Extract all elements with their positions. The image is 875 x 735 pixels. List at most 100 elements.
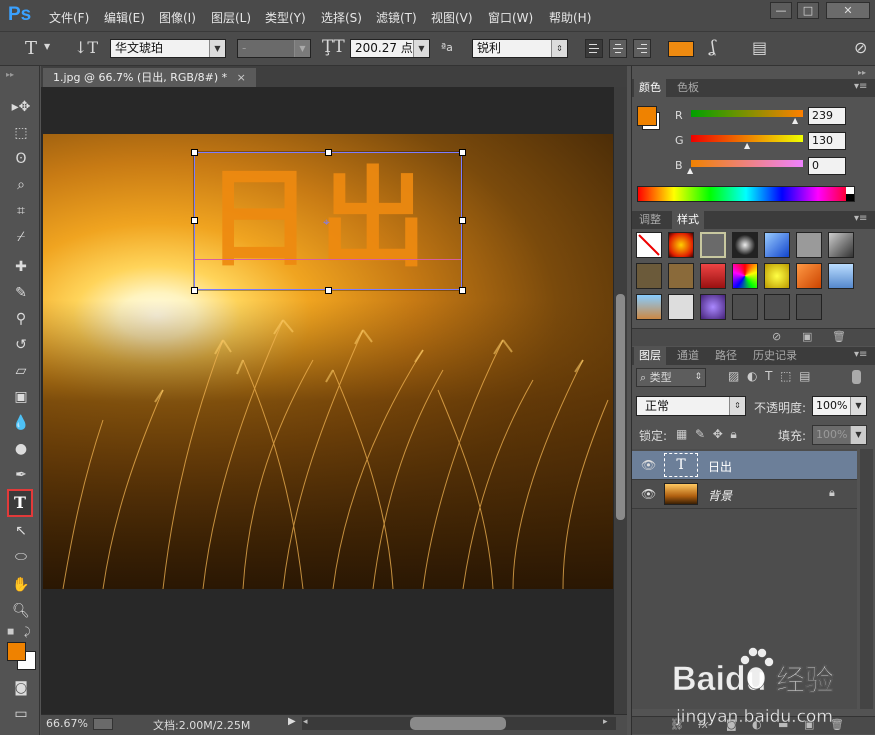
marquee-tool-icon[interactable]: ⬚ — [8, 121, 34, 145]
healing-brush-tool-icon[interactable]: ✚ — [8, 255, 34, 279]
collapse-tools-icon[interactable]: ▸▸ — [6, 70, 14, 79]
type-tool-icon[interactable]: T — [7, 489, 33, 517]
style-swatch[interactable] — [732, 294, 758, 320]
tab-paths[interactable]: 路径 — [710, 347, 742, 365]
status-menu-arrow-icon[interactable]: ▶ — [288, 716, 296, 727]
zoom-level[interactable]: 66.67% — [46, 717, 88, 730]
ellipse-tool-icon[interactable]: ⬭ — [8, 545, 34, 569]
color-fg-swatch[interactable] — [637, 106, 657, 126]
horizontal-scroll-thumb[interactable] — [410, 717, 506, 730]
warp-text-icon[interactable]: ʆ — [710, 37, 716, 57]
trash-icon[interactable]: 🗑︎ — [832, 330, 846, 343]
style-swatch[interactable] — [700, 263, 726, 289]
align-center-button[interactable] — [609, 39, 627, 58]
text-color-swatch[interactable] — [668, 41, 694, 57]
menu-type[interactable]: 类型(Y) — [265, 9, 306, 26]
layer-name[interactable]: 日出 — [708, 458, 732, 475]
menu-file[interactable]: 文件(F) — [49, 9, 89, 26]
style-swatch[interactable] — [732, 232, 758, 258]
b-slider-thumb[interactable]: ▲ — [687, 166, 693, 175]
foreground-color-swatch[interactable] — [7, 642, 26, 661]
maximize-button[interactable]: □ — [797, 2, 819, 19]
transform-handle[interactable] — [325, 287, 332, 294]
menu-help[interactable]: 帮助(H) — [549, 9, 591, 26]
hand-tool-icon[interactable]: ✋ — [8, 573, 34, 597]
style-swatch[interactable] — [796, 232, 822, 258]
style-swatch[interactable] — [636, 294, 662, 320]
chevron-down-icon[interactable]: ▼ — [44, 42, 50, 51]
menu-layer[interactable]: 图层(L) — [211, 9, 251, 26]
g-slider-thumb[interactable]: ▲ — [744, 141, 750, 150]
tab-color[interactable]: 颜色 — [634, 79, 666, 97]
blur-tool-icon[interactable]: 💧 — [8, 411, 34, 435]
b-slider[interactable] — [691, 160, 803, 167]
style-swatch[interactable] — [732, 263, 758, 289]
lock-paint-icon[interactable]: ✎ — [695, 427, 705, 441]
white-swatch[interactable] — [846, 187, 854, 194]
b-value-input[interactable]: 0 — [808, 157, 846, 175]
brush-tool-icon[interactable]: ✎ — [8, 281, 34, 305]
black-swatch[interactable] — [846, 194, 854, 201]
r-slider-thumb[interactable]: ▲ — [792, 116, 798, 125]
filter-toggle-switch[interactable] — [852, 370, 861, 384]
close-tab-icon[interactable]: × — [237, 71, 246, 84]
text-bounding-box[interactable]: ⌖ — [193, 151, 463, 291]
close-button[interactable]: ✕ — [826, 2, 870, 19]
transform-handle[interactable] — [459, 149, 466, 156]
opacity-input[interactable]: 100% ▼ — [812, 396, 867, 416]
eraser-tool-icon[interactable]: ▱ — [8, 359, 34, 383]
default-colors-icon[interactable]: ◼ — [7, 627, 14, 637]
menu-filter[interactable]: 滤镜(T) — [376, 9, 417, 26]
minimize-button[interactable]: — — [770, 2, 792, 19]
tab-adjustments[interactable]: 调整 — [634, 211, 666, 229]
font-style-select[interactable]: - ▼ — [237, 39, 311, 58]
text-tool-preset-icon[interactable]: T — [25, 38, 37, 59]
lock-all-icon[interactable]: 🔒︎ — [730, 427, 736, 441]
style-swatch[interactable] — [764, 232, 790, 258]
scroll-left-icon[interactable]: ◂ — [303, 717, 308, 727]
swap-colors-icon[interactable]: ⤸ — [24, 625, 31, 639]
panel-menu-icon[interactable]: ▾≡ — [854, 81, 867, 92]
panel-menu-icon[interactable]: ▾≡ — [854, 213, 867, 224]
cancel-icon[interactable]: ⊘ — [854, 38, 867, 57]
character-panel-icon[interactable]: ▤ — [752, 38, 767, 57]
eye-icon[interactable]: 👁︎ — [641, 487, 656, 501]
transform-handle[interactable] — [459, 217, 466, 224]
lock-transparent-icon[interactable]: ▦ — [676, 427, 687, 441]
document-tab[interactable]: 1.jpg @ 66.7% (日出, RGB/8#) * × — [43, 68, 256, 87]
transform-handle[interactable] — [191, 217, 198, 224]
color-spectrum-ramp[interactable] — [637, 186, 855, 202]
style-swatch[interactable] — [764, 263, 790, 289]
path-select-tool-icon[interactable]: ↖ — [8, 519, 34, 543]
style-swatch[interactable] — [668, 263, 694, 289]
eyedropper-tool-icon[interactable]: ⌿ — [8, 225, 34, 249]
clone-stamp-tool-icon[interactable]: ⚲ — [8, 307, 34, 331]
filter-pixel-icon[interactable]: ▨ — [728, 369, 739, 383]
pen-tool-icon[interactable]: ✒ — [8, 463, 34, 487]
clear-style-icon[interactable]: ⊘ — [772, 330, 781, 343]
new-style-icon[interactable]: ▣ — [802, 330, 812, 343]
style-swatch[interactable] — [828, 232, 854, 258]
align-left-button[interactable] — [585, 39, 603, 58]
menu-select[interactable]: 选择(S) — [321, 9, 362, 26]
move-tool-icon[interactable]: ▸✥ — [8, 95, 34, 119]
layer-row-background[interactable]: 👁︎ 背景 🔒︎ — [632, 480, 857, 509]
tab-swatches[interactable]: 色板 — [672, 79, 704, 97]
r-slider[interactable] — [691, 110, 803, 117]
lock-position-icon[interactable]: ✥ — [713, 427, 723, 441]
style-swatch[interactable] — [796, 263, 822, 289]
collapse-panels-icon[interactable]: ▸▸ — [858, 68, 866, 77]
layer-row-text[interactable]: 👁︎ T 日出 — [632, 451, 857, 480]
style-swatch[interactable] — [796, 294, 822, 320]
lasso-tool-icon[interactable]: ʘ — [8, 147, 34, 171]
font-family-select[interactable]: 华文琥珀 ▼ — [110, 39, 226, 58]
filter-shape-icon[interactable]: ⬚ — [780, 369, 791, 383]
status-proof-icon[interactable] — [93, 718, 113, 730]
reference-point-icon[interactable]: ⌖ — [323, 215, 330, 230]
menu-image[interactable]: 图像(I) — [159, 9, 196, 26]
crop-tool-icon[interactable]: ⌗ — [8, 199, 34, 223]
align-right-button[interactable] — [633, 39, 651, 58]
menu-edit[interactable]: 编辑(E) — [104, 9, 145, 26]
dodge-tool-icon[interactable]: ● — [8, 437, 34, 461]
tab-history[interactable]: 历史记录 — [748, 347, 802, 365]
